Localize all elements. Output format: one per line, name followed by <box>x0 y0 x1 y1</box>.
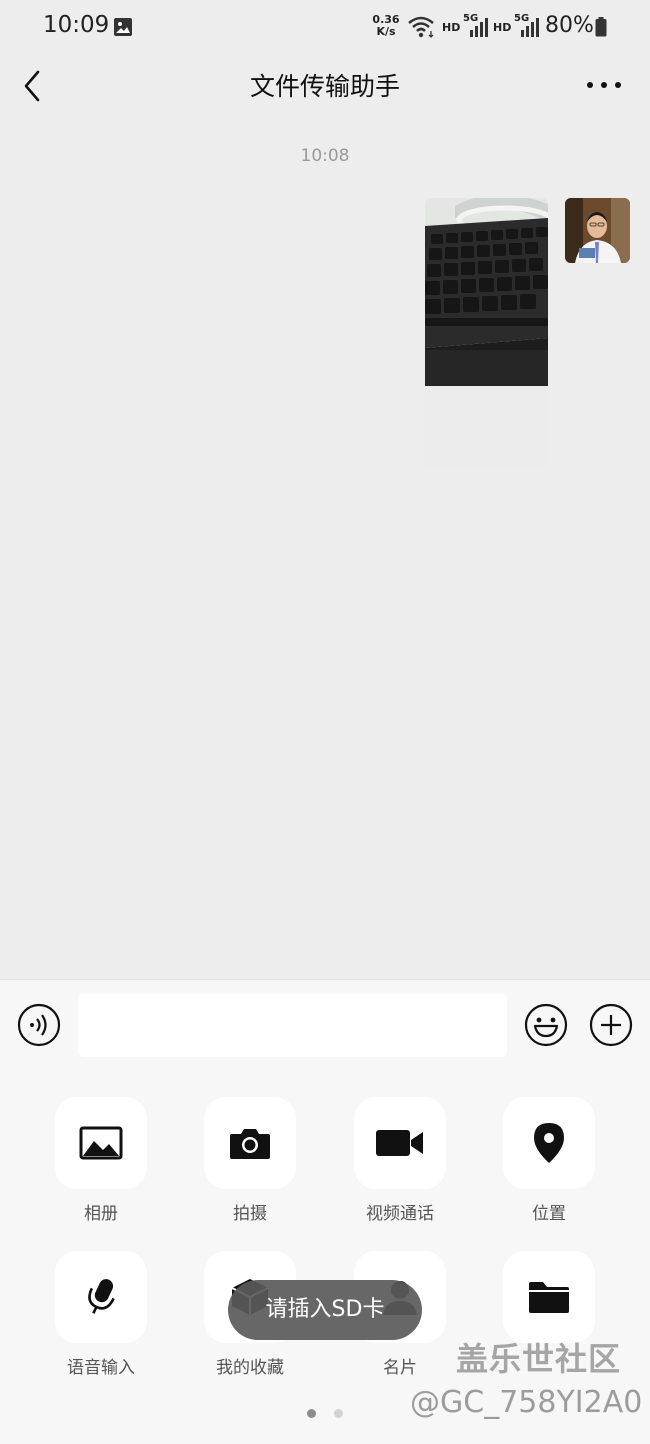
album-tile[interactable]: 相册 <box>55 1097 147 1224</box>
hd-label-2: HD <box>493 21 512 34</box>
keyboard-photo <box>425 198 548 468</box>
toast-message: 请插入SD卡 <box>228 1280 422 1340</box>
favorites-label: 我的收藏 <box>216 1358 284 1378</box>
signal-icon <box>470 18 488 37</box>
contact-card-label: 名片 <box>383 1358 417 1378</box>
watermark-username: @GC_758YI2A0 <box>410 1385 643 1420</box>
more-icon[interactable] <box>585 80 623 90</box>
gallery-notification-icon <box>114 18 132 36</box>
page-dot-inactive[interactable] <box>334 1409 343 1418</box>
microphone-icon <box>88 1279 115 1314</box>
camera-label: 拍摄 <box>233 1204 267 1224</box>
signal-icon-2 <box>521 18 539 37</box>
network-speed: 0.36 K/s <box>372 13 400 38</box>
location-label: 位置 <box>532 1204 566 1224</box>
voice-input-label: 语音输入 <box>67 1358 135 1378</box>
image-message[interactable] <box>425 198 548 468</box>
camera-icon <box>230 1129 270 1159</box>
message-timestamp: 10:08 <box>300 146 350 166</box>
video-call-tile[interactable]: 视频通话 <box>354 1097 446 1224</box>
album-label: 相册 <box>84 1204 118 1224</box>
location-tile[interactable]: 位置 <box>503 1097 595 1224</box>
plus-icon[interactable] <box>589 1003 633 1047</box>
battery-icon <box>595 17 607 37</box>
voice-icon[interactable] <box>17 1003 61 1047</box>
location-pin-icon <box>534 1123 564 1163</box>
avatar-image <box>565 198 630 263</box>
battery-percent: 80% <box>545 13 594 38</box>
nav-bar: 文件传输助手 <box>0 56 650 126</box>
status-bar: 10:09 0.36 K/s HD 5G HD 5G 80% <box>0 0 650 56</box>
wifi-icon <box>408 16 434 38</box>
video-icon <box>376 1130 423 1156</box>
watermark-community: 盖乐世社区 <box>456 1340 622 1378</box>
input-bar <box>0 979 650 1073</box>
video-call-label: 视频通话 <box>366 1204 434 1224</box>
page-dot-active[interactable] <box>307 1409 316 1418</box>
page-title: 文件传输助手 <box>249 72 400 101</box>
camera-tile[interactable]: 拍摄 <box>204 1097 296 1224</box>
avatar[interactable] <box>565 198 630 263</box>
message-input[interactable] <box>78 994 507 1057</box>
hd-label: HD <box>442 21 461 34</box>
image-icon <box>79 1126 123 1160</box>
status-time: 10:09 <box>43 12 110 38</box>
emoji-icon[interactable] <box>524 1003 568 1047</box>
voice-input-tile[interactable]: 语音输入 <box>55 1251 147 1378</box>
folder-icon <box>529 1282 569 1313</box>
